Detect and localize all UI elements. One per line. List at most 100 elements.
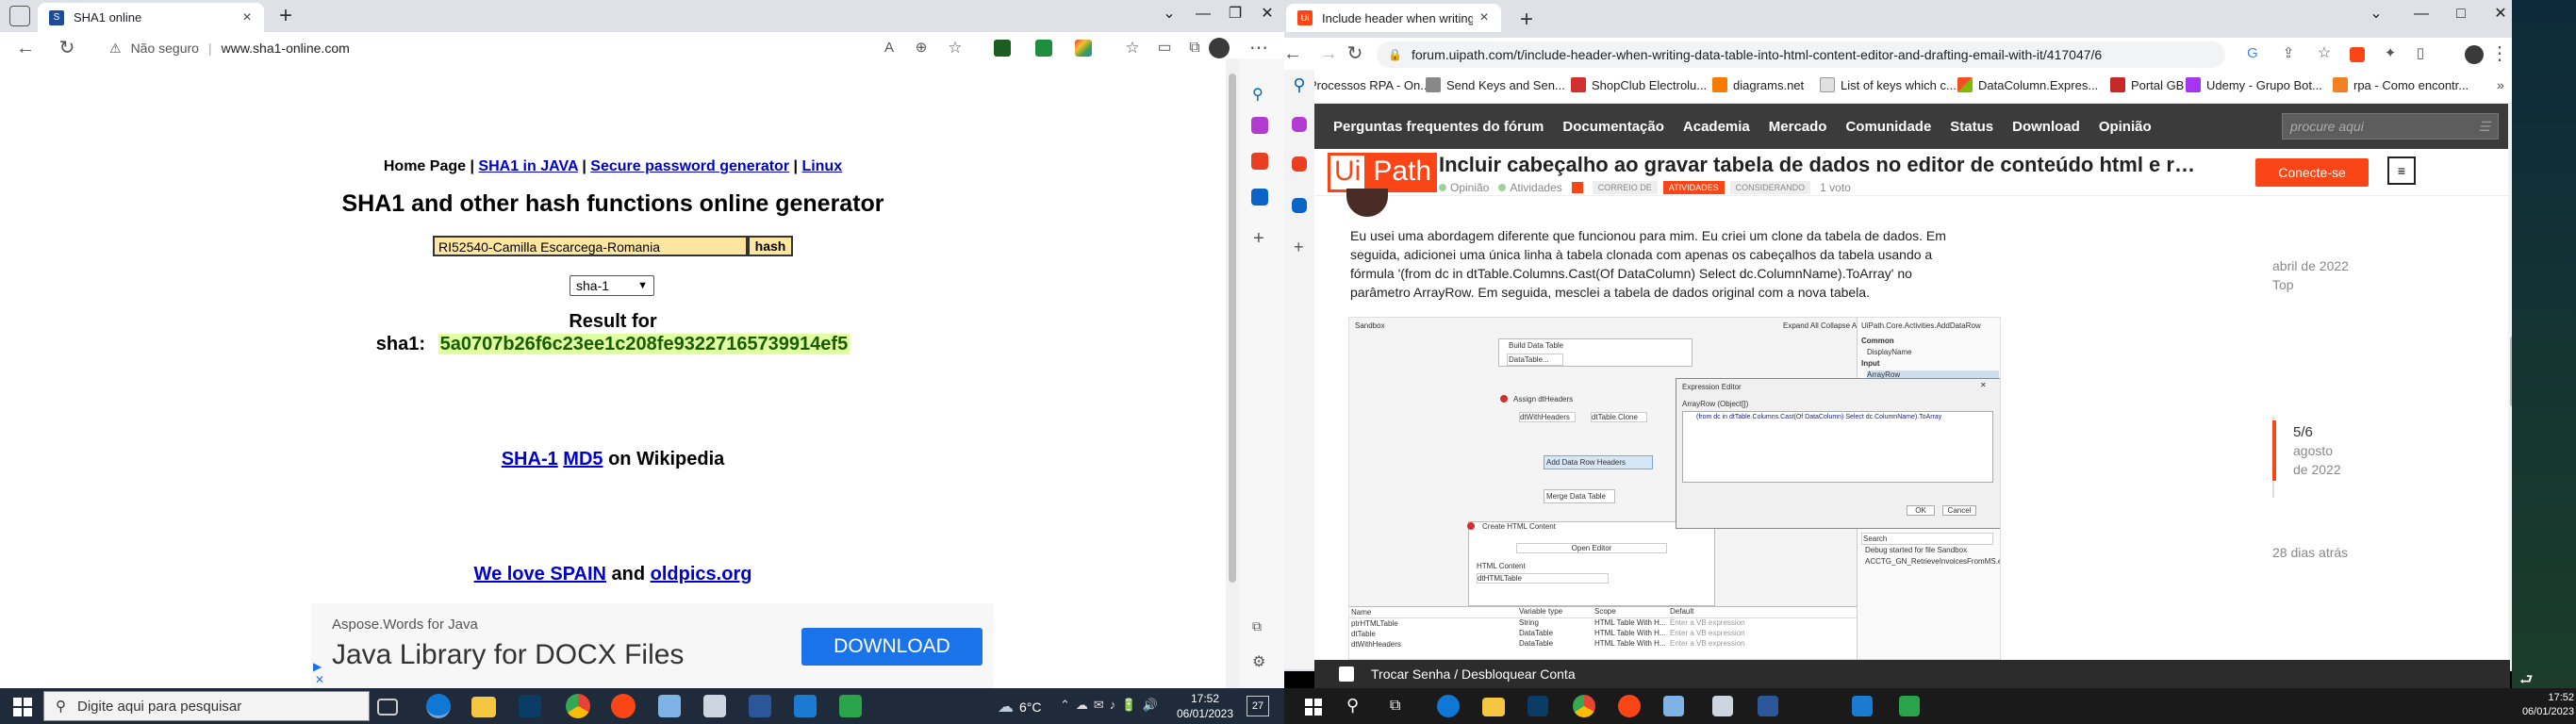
nav-download[interactable]: Download xyxy=(2012,119,2080,135)
copilot-icon[interactable] xyxy=(1251,117,1268,134)
left-scrollbar[interactable] xyxy=(1226,58,1239,688)
sidebar-expand-icon[interactable]: ⧉ xyxy=(1252,618,1262,634)
extension-green-icon[interactable] xyxy=(1035,40,1052,57)
word-icon[interactable] xyxy=(749,695,771,717)
bookmark-item[interactable]: rpa - Como encontr... xyxy=(2333,77,2469,92)
profile-avatar[interactable] xyxy=(2465,45,2484,64)
add-sidebar-icon[interactable]: + xyxy=(1294,238,1304,257)
close-tab-icon[interactable]: × xyxy=(236,9,258,26)
tag-considerando[interactable]: CONSIDERANDO xyxy=(1729,181,1811,194)
timeline-ago[interactable]: 28 dias atrás xyxy=(2272,545,2348,560)
bookmark-item[interactable]: DataColumn.Expres... xyxy=(1957,77,2098,92)
taskbar-search-box[interactable]: ⚲ Digite aqui para pesquisar xyxy=(43,691,370,721)
timeline-handle[interactable] xyxy=(2272,420,2276,481)
task-view-icon[interactable] xyxy=(377,699,398,716)
assistant-icon[interactable] xyxy=(1899,696,1920,716)
hash-input[interactable]: RI52540-Camilla Escarcega-Romania xyxy=(433,236,748,256)
more-bookmarks-icon[interactable]: » xyxy=(2497,77,2504,92)
sha1-wiki-link[interactable]: SHA-1 xyxy=(502,449,558,469)
scrollbar-thumb[interactable] xyxy=(1229,74,1236,583)
outlook-icon[interactable] xyxy=(1251,189,1268,206)
post-screenshot[interactable]: Sandbox Expand All Collapse All UiPath.C… xyxy=(1348,317,2001,660)
topic-title[interactable]: Incluir cabeçalho ao gravar tabela de da… xyxy=(1439,153,2231,177)
system-tray[interactable]: ⌃☁✉♪🔋🔊 xyxy=(1060,698,1164,713)
taskbar-clock[interactable]: 17:52 06/01/2023 xyxy=(1175,691,1235,721)
robot-icon[interactable] xyxy=(1712,696,1733,716)
windows-start-icon[interactable] xyxy=(13,698,32,716)
file-explorer-icon[interactable] xyxy=(471,697,496,717)
nav-status[interactable]: Status xyxy=(1950,119,1993,135)
assistant-icon[interactable] xyxy=(839,695,862,717)
nav-faq[interactable]: Perguntas frequentes do fórum xyxy=(1333,119,1544,135)
ad-info-icon[interactable]: ▶ xyxy=(313,660,322,673)
bookmark-item[interactable]: ShopClub Electrolu... xyxy=(1571,77,1707,92)
crumb-activities[interactable]: Atividades xyxy=(1510,181,1561,194)
bookmark-item[interactable]: Portal GB xyxy=(2110,77,2184,92)
task-view-icon[interactable]: ⧉ xyxy=(1390,698,1400,715)
spain-link[interactable]: We love SPAIN xyxy=(474,564,606,584)
ad-banner[interactable]: Aspose.Words for Java Java Library for D… xyxy=(311,603,994,688)
bookmark-item[interactable]: diagrams.net xyxy=(1712,77,1804,92)
linux-link[interactable]: Linux xyxy=(801,158,842,174)
close-window-button[interactable]: ✕ xyxy=(1248,0,1286,28)
tag-atividades[interactable]: ATIVIDADES xyxy=(1662,181,1725,194)
tag-correio[interactable]: CORREIO DE xyxy=(1592,181,1658,194)
edge-taskbar-icon[interactable] xyxy=(1437,695,1460,717)
studio-icon[interactable] xyxy=(1852,696,1873,716)
bookmark-item[interactable]: Send Keys and Sen... xyxy=(1426,77,1565,92)
bookmark-item[interactable]: List of keys which c... xyxy=(1820,77,1957,92)
bookmark-star-icon[interactable]: ☆ xyxy=(2310,40,2338,68)
hash-button[interactable]: hash xyxy=(748,236,793,256)
left-address-bar[interactable]: ⚠ Não seguro | www.sha1-online.com xyxy=(96,36,964,60)
office-icon[interactable] xyxy=(1251,153,1268,170)
tab-search-icon[interactable]: ⌄ xyxy=(1150,0,1188,28)
oldpics-link[interactable]: oldpics.org xyxy=(651,564,752,584)
uipath-taskbar-icon[interactable] xyxy=(611,694,636,718)
word-icon[interactable] xyxy=(1758,696,1778,716)
nav-community[interactable]: Comunidade xyxy=(1845,119,1931,135)
md5-wiki-link[interactable]: MD5 xyxy=(563,449,603,469)
minimize-button[interactable]: — xyxy=(2403,0,2440,28)
bookmark-item[interactable]: Udemy - Grupo Bot... xyxy=(2186,77,2322,92)
password-generator-link[interactable]: Secure password generator xyxy=(590,158,789,174)
algorithm-select[interactable]: sha-1 ▼ xyxy=(570,275,654,296)
notes-icon[interactable] xyxy=(1663,696,1684,716)
nav-docs[interactable]: Documentação xyxy=(1562,119,1664,135)
close-tab-icon[interactable]: × xyxy=(1473,9,1495,26)
workspaces-icon[interactable] xyxy=(9,6,30,26)
tab-sha1-online[interactable]: S SHA1 online × xyxy=(38,3,264,32)
back-icon[interactable]: ← xyxy=(1279,40,1307,68)
tab-uipath-forum[interactable]: Ui Include header when writing data × xyxy=(1286,4,1501,32)
nav-market[interactable]: Mercado xyxy=(1769,119,1827,135)
office-icon[interactable] xyxy=(1292,156,1307,172)
extension-orange-icon[interactable] xyxy=(2350,47,2365,62)
nav-feedback[interactable]: Opinião xyxy=(2099,119,2152,135)
timeline-top[interactable]: Top xyxy=(2272,277,2294,292)
right-address-bar[interactable]: 🔒 forum.uipath.com/t/include-header-when… xyxy=(1377,41,2225,68)
tab-search-icon[interactable]: ⌄ xyxy=(2357,0,2395,28)
side-panel-icon[interactable]: ▯ xyxy=(2406,40,2435,68)
forward-icon[interactable]: → xyxy=(1314,40,1343,68)
edge-taskbar-icon[interactable] xyxy=(426,694,451,718)
ad-close-icon[interactable]: ✕ xyxy=(315,673,324,686)
chrome-taskbar-icon[interactable] xyxy=(1573,695,1595,717)
notes-icon[interactable] xyxy=(658,695,681,717)
notifications-badge[interactable]: 27 xyxy=(1247,696,1269,716)
extensions-puzzle-icon[interactable]: ✦ xyxy=(2376,40,2404,68)
sidebar-search-icon[interactable]: ⚲ xyxy=(1252,85,1263,104)
crumb-opinion[interactable]: Opinião xyxy=(1450,181,1489,194)
google-lens-icon[interactable]: G xyxy=(2238,40,2267,68)
bottom-notice-text[interactable]: Trocar Senha / Desbloquear Conta xyxy=(1371,666,1576,682)
store-icon[interactable] xyxy=(1527,696,1548,716)
new-tab-button[interactable]: + xyxy=(272,2,300,30)
nav-academy[interactable]: Academia xyxy=(1683,119,1750,135)
new-tab-button[interactable]: + xyxy=(1512,6,1541,34)
copilot-icon[interactable] xyxy=(1292,117,1307,132)
search-icon[interactable]: ⚲ xyxy=(1346,696,1359,716)
download-button[interactable]: DOWNLOAD xyxy=(801,628,983,666)
store-icon[interactable] xyxy=(519,695,541,717)
sidebar-search-icon[interactable]: ⚲ xyxy=(1288,75,1311,98)
settings-gear-icon[interactable]: ⚙ xyxy=(1252,652,1265,671)
robot-icon[interactable] xyxy=(703,695,726,717)
result-hash[interactable]: 5a0707b26f6c23ee1c208fe93227165739914ef5 xyxy=(438,334,850,354)
